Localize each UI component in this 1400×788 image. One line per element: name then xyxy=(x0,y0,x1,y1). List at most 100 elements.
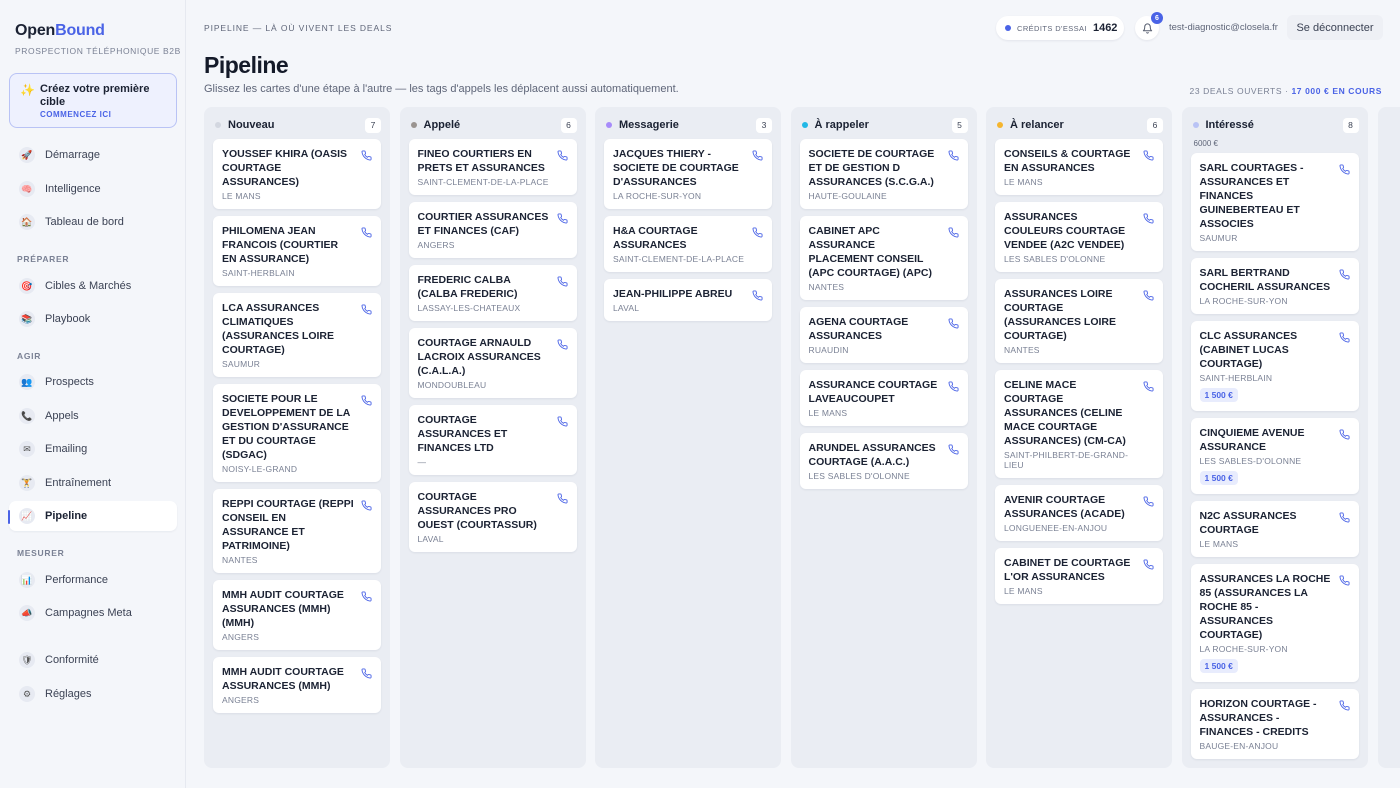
deal-card[interactable]: PHILOMENA JEAN FRANCOIS (COURTIER EN ASS… xyxy=(213,216,381,286)
phone-icon[interactable] xyxy=(557,337,568,350)
phone-icon[interactable] xyxy=(361,589,372,602)
phone-icon[interactable] xyxy=(1143,379,1154,392)
deal-card[interactable]: SOCIETE POUR LE DEVELOPPEMENT DE LA GEST… xyxy=(213,384,381,482)
phone-icon[interactable] xyxy=(1143,288,1154,301)
deal-card[interactable]: CABINET APC ASSURANCE PLACEMENT CONSEIL … xyxy=(799,216,968,300)
deal-card[interactable]: MMH AUDIT COURTAGE ASSURANCES (MMH) ANGER… xyxy=(213,657,381,713)
deal-city: RUAUDIN xyxy=(808,345,849,355)
phone-icon[interactable] xyxy=(1339,330,1350,343)
sidebar-item-pipeline[interactable]: 📈 Pipeline xyxy=(9,501,177,531)
phone-icon[interactable] xyxy=(752,148,763,161)
deal-card[interactable]: COURTAGE ARNAULD LACROIX ASSURANCES (C.A… xyxy=(408,328,577,398)
deal-card[interactable]: CONSEILS & COURTAGE EN ASSURANCES LE MANS xyxy=(995,139,1163,195)
deal-card[interactable]: CABINET DE COURTAGE L'OR ASSURANCES LE MA… xyxy=(995,548,1163,604)
deal-card[interactable]: ASSURANCES COULEURS COURTAGE VENDEE (A2C… xyxy=(995,202,1163,272)
phone-icon[interactable] xyxy=(1143,211,1154,224)
phone-icon[interactable] xyxy=(557,148,568,161)
deal-card[interactable]: LCA ASSURANCES CLIMATIQUES (ASSURANCES L… xyxy=(213,293,381,377)
sidebar-item-entrainement[interactable]: 🏋 Entraînement xyxy=(9,468,177,498)
deal-company-name: REPPI COURTAGE (REPPI CONSEIL EN ASSURAN… xyxy=(222,498,354,552)
phone-icon[interactable] xyxy=(361,302,372,315)
deal-card[interactable]: AGENA COURTAGE ASSURANCES RUAUDIN xyxy=(799,307,968,363)
deal-card[interactable]: H&A COURTAGE ASSURANCES SAINT-CLEMENT-DE-… xyxy=(604,216,772,272)
pipeline-column: Nouveau 7 YOUSSEF KHIRA (OASIS COURTAGE AS… xyxy=(204,107,390,768)
phone-icon[interactable] xyxy=(1339,510,1350,523)
deal-card[interactable]: REPPI COURTAGE (REPPI CONSEIL EN ASSURAN… xyxy=(213,489,381,573)
phone-icon[interactable] xyxy=(1143,148,1154,161)
column-header: Messagerie 3 xyxy=(604,117,772,133)
phone-icon[interactable] xyxy=(361,666,372,679)
sidebar-item-label: Appels xyxy=(45,410,79,422)
books-icon: 📚 xyxy=(19,311,35,327)
phone-icon[interactable] xyxy=(1339,573,1350,586)
deal-card[interactable]: COURTAGE ASSURANCES ET FINANCES LTD — xyxy=(408,405,577,475)
phone-icon[interactable] xyxy=(557,274,568,287)
create-target-cta[interactable]: ✨ Créez votre première cible COMMENCEZ I… xyxy=(9,73,177,128)
sidebar-item-playbook[interactable]: 📚 Playbook xyxy=(9,304,177,334)
deal-card[interactable]: AVENIR COURTAGE ASSURANCES (ACADE) LONGUE… xyxy=(995,485,1163,541)
deal-card[interactable]: COURTIER ASSURANCES ET FINANCES (CAF) ANG… xyxy=(408,202,577,258)
column-title: Appelé xyxy=(423,119,461,131)
phone-icon[interactable] xyxy=(557,414,568,427)
phone-icon[interactable] xyxy=(1339,162,1350,175)
phone-icon[interactable] xyxy=(1143,494,1154,507)
phone-icon[interactable] xyxy=(361,498,372,511)
deal-card[interactable]: ASSURANCE COURTAGE LAVEAUCOUPET LE MANS xyxy=(799,370,968,426)
sidebar-item-cibles-marches[interactable]: 🎯 Cibles & Marchés xyxy=(9,271,177,301)
deal-card[interactable]: JACQUES THIERY - SOCIETE DE COURTAGE D'A… xyxy=(604,139,772,209)
deal-card[interactable]: ASSURANCES LA ROCHE 85 (ASSURANCES LA RO… xyxy=(1190,564,1359,682)
phone-icon[interactable] xyxy=(1339,267,1350,280)
phone-icon[interactable] xyxy=(361,225,372,238)
deal-card[interactable]: CLC ASSURANCES (CABINET LUCAS COURTAGE) S… xyxy=(1190,321,1359,411)
page-subtitle: Glissez les cartes d'une étape à l'autre… xyxy=(204,83,679,95)
phone-icon[interactable] xyxy=(361,148,372,161)
phone-icon[interactable] xyxy=(1143,557,1154,570)
brand-logo[interactable]: OpenBound xyxy=(15,22,105,40)
brand-part-2: Bound xyxy=(55,22,105,39)
deal-card[interactable]: FINEO COURTIERS EN PRETS ET ASSURANCES SA… xyxy=(408,139,577,195)
sidebar-item-appels[interactable]: 📞 Appels xyxy=(9,401,177,431)
deal-card[interactable]: ASSURANCES LOIRE COURTAGE (ASSURANCES LO… xyxy=(995,279,1163,363)
pipeline-column: À relancer 6 CONSEILS & COURTAGE EN ASSURA… xyxy=(986,107,1172,768)
deal-card[interactable]: SARL BERTRAND COCHERIL ASSURANCES LA ROCH… xyxy=(1190,258,1359,314)
deal-city: SAINT-CLEMENT-DE-LA-PLACE xyxy=(417,177,549,187)
phone-icon[interactable] xyxy=(752,288,763,301)
phone-icon[interactable] xyxy=(948,442,959,455)
deal-card[interactable]: SARL COURTAGES - ASSURANCES ET FINANCES … xyxy=(1190,153,1359,251)
phone-icon[interactable] xyxy=(948,316,959,329)
phone-icon[interactable] xyxy=(1339,698,1350,711)
phone-icon[interactable] xyxy=(752,225,763,238)
phone-icon[interactable] xyxy=(948,148,959,161)
phone-icon[interactable] xyxy=(557,491,568,504)
deal-card[interactable]: ARUNDEL ASSURANCES COURTAGE (A.A.C.) LES … xyxy=(799,433,968,489)
deal-card[interactable]: MMH AUDIT COURTAGE ASSURANCES (MMH) (MMH… xyxy=(213,580,381,650)
deal-card[interactable]: COURTAGE ASSURANCES PRO OUEST (COURTASSU… xyxy=(408,482,577,552)
deal-amount-badge: 1 500 € xyxy=(1199,388,1238,402)
deal-card[interactable]: N2C ASSURANCES COURTAGE LE MANS xyxy=(1190,501,1359,557)
sidebar-item-tableau-de-bord[interactable]: 🏠 Tableau de bord xyxy=(9,207,177,237)
sidebar-item-campagnes-meta[interactable]: 📣 Campagnes Meta xyxy=(9,598,177,628)
phone-icon[interactable] xyxy=(1339,427,1350,440)
deal-card[interactable]: CINQUIEME AVENUE ASSURANCE LES SABLES-D'O… xyxy=(1190,418,1359,494)
logout-button[interactable]: Se déconnecter xyxy=(1287,15,1383,40)
phone-icon[interactable] xyxy=(361,393,372,406)
deal-card[interactable]: SOCIETE DE COURTAGE ET DE GESTION D ASSU… xyxy=(799,139,968,209)
deal-card[interactable]: HORIZON COURTAGE - ASSURANCES - FINANCES… xyxy=(1190,689,1359,759)
phone-icon[interactable] xyxy=(948,379,959,392)
deal-card[interactable]: FREDERIC CALBA (CALBA FREDERIC) LASSAY-LE… xyxy=(408,265,577,321)
deal-company-name: CLC ASSURANCES (CABINET LUCAS COURTAGE) xyxy=(1199,330,1298,370)
deal-card[interactable]: CELINE MACE COURTAGE ASSURANCES (CELINE … xyxy=(995,370,1163,478)
deal-card[interactable]: YOUSSEF KHIRA (OASIS COURTAGE ASSURANCES… xyxy=(213,139,381,209)
sidebar-item-performance[interactable]: 📊 Performance xyxy=(9,565,177,595)
phone-icon[interactable] xyxy=(557,211,568,224)
sidebar-item-reglages[interactable]: ⚙ Réglages xyxy=(9,679,177,709)
deal-city: NANTES xyxy=(808,282,845,292)
sidebar-item-demarrage[interactable]: 🚀 Démarrage xyxy=(9,140,177,170)
user-email: test-diagnostic@closela.fr xyxy=(1169,22,1278,33)
sidebar-item-emailing[interactable]: ✉ Emailing xyxy=(9,434,177,464)
sidebar-item-conformite[interactable]: 🛡 Conformité xyxy=(9,645,177,675)
deal-card[interactable]: JEAN-PHILIPPE ABREU LAVAL xyxy=(604,279,772,321)
sidebar-item-intelligence[interactable]: 🧠 Intelligence xyxy=(9,174,177,204)
phone-icon[interactable] xyxy=(948,225,959,238)
sidebar-item-prospects[interactable]: 👥 Prospects xyxy=(9,367,177,397)
